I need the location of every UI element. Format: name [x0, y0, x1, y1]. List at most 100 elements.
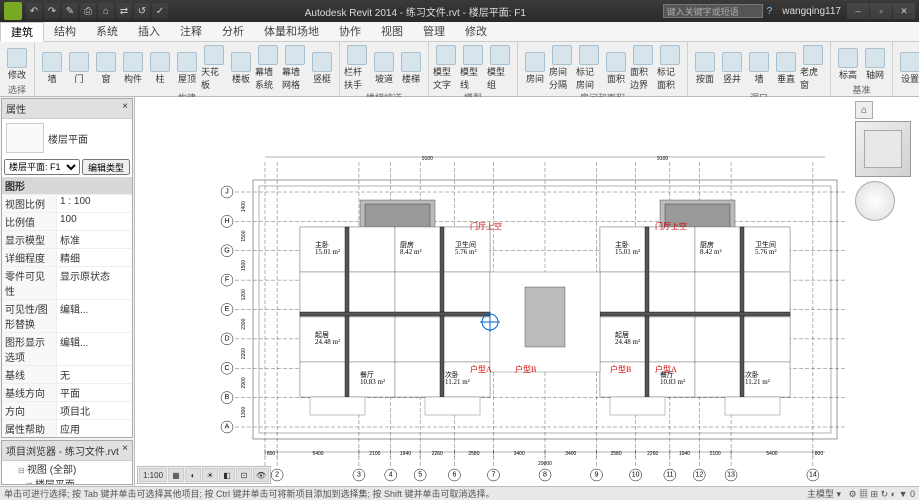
ribbon-button[interactable]: 标高 [835, 44, 861, 84]
svg-text:9: 9 [595, 472, 599, 479]
ribbon-button[interactable]: 墙 [746, 44, 772, 92]
svg-text:10: 10 [632, 472, 640, 479]
qat-button[interactable]: ✓ [152, 3, 168, 19]
help-icon[interactable]: ? [767, 6, 773, 17]
ribbon-button[interactable]: 墙 [39, 44, 65, 92]
ribbon-panel: 栏杆扶手坡道楼梯楼梯坡道 [340, 42, 429, 96]
tab-管理[interactable]: 管理 [413, 22, 455, 41]
svg-text:10.83 m²: 10.83 m² [660, 378, 685, 386]
tab-建筑[interactable]: 建筑 [0, 22, 44, 42]
ribbon-button[interactable]: 门 [66, 44, 92, 92]
ribbon-button[interactable]: 楼梯 [398, 44, 424, 92]
ribbon-button[interactable]: 设置 [897, 44, 919, 92]
ribbon-button[interactable]: 模型组 [487, 44, 513, 92]
ribbon-button[interactable]: 构件 [120, 44, 146, 92]
search-box[interactable]: 键入关键字或短语 [663, 4, 763, 18]
ribbon-button[interactable]: 天花板 [201, 44, 227, 92]
view-cube[interactable] [855, 121, 911, 177]
maximize-button[interactable]: ▫ [870, 3, 892, 19]
qat-button[interactable]: ⇄ [116, 3, 132, 19]
ribbon-button[interactable]: 面积边界 [630, 44, 656, 92]
qat-button[interactable]: ↶ [26, 3, 42, 19]
svg-text:F: F [225, 277, 229, 284]
ribbon-button[interactable]: 轴网 [862, 44, 888, 84]
home-icon[interactable]: ⌂ [855, 101, 873, 119]
qat-button[interactable]: ↷ [44, 3, 60, 19]
close-icon[interactable]: × [122, 443, 128, 458]
ribbon-button[interactable]: 房间分隔 [549, 44, 575, 92]
property-row[interactable]: 图形显示选项编辑... [2, 332, 132, 365]
tab-结构[interactable]: 结构 [44, 22, 86, 41]
tab-注释[interactable]: 注释 [170, 22, 212, 41]
tree-root[interactable]: 视图 (全部) [4, 463, 130, 478]
tab-协作[interactable]: 协作 [329, 22, 371, 41]
tab-插入[interactable]: 插入 [128, 22, 170, 41]
ribbon-button[interactable]: 标记房间 [576, 44, 602, 92]
tab-视图[interactable]: 视图 [371, 22, 413, 41]
nav-wheel-icon[interactable] [855, 181, 895, 221]
crop-icon[interactable]: ⊡ [236, 468, 252, 482]
user-name[interactable]: wangqing117 [782, 6, 841, 17]
svg-text:1400: 1400 [241, 201, 247, 212]
property-row[interactable]: 方向项目北 [2, 401, 132, 419]
svg-text:户型A: 户型A [655, 364, 677, 374]
tab-修改[interactable]: 修改 [455, 22, 497, 41]
minimize-button[interactable]: – [847, 3, 869, 19]
qat-button[interactable]: ⌂ [98, 3, 114, 19]
ribbon-button[interactable]: 修改 [4, 44, 30, 84]
property-row[interactable]: 属性帮助应用 [2, 419, 132, 437]
tab-体量和场地[interactable]: 体量和场地 [254, 22, 329, 41]
visual-style-icon[interactable]: ◐ [185, 468, 201, 482]
property-row[interactable]: 可见性/图形替换编辑... [2, 299, 132, 332]
svg-text:3: 3 [357, 472, 361, 479]
svg-text:C: C [224, 365, 229, 372]
property-row[interactable]: 基线方向平面 [2, 383, 132, 401]
model-label[interactable]: 主模型 [807, 489, 834, 499]
property-row[interactable]: 视图比例1 : 100 [2, 194, 132, 212]
property-row[interactable]: 零件可见性显示原状态 [2, 266, 132, 299]
ribbon-button[interactable]: 按面 [692, 44, 718, 92]
ribbon-button[interactable]: 垂直 [773, 44, 799, 92]
ribbon-button[interactable]: 屋顶 [174, 44, 200, 92]
svg-text:户型B: 户型B [515, 364, 536, 374]
ribbon-button[interactable]: 面积 [603, 44, 629, 92]
type-selector[interactable]: 楼层平面: F1 [4, 159, 80, 175]
property-row[interactable]: 比例值100 [2, 212, 132, 230]
ribbon-button[interactable]: 窗 [93, 44, 119, 92]
tab-系统[interactable]: 系统 [86, 22, 128, 41]
ribbon-button[interactable]: 房间 [522, 44, 548, 92]
ribbon-button[interactable]: 栏杆扶手 [344, 44, 370, 92]
close-icon[interactable]: × [122, 101, 128, 116]
ribbon-button[interactable]: 竖井 [719, 44, 745, 92]
ribbon-button[interactable]: 幕墙网格 [282, 44, 308, 92]
close-button[interactable]: ✕ [893, 3, 915, 19]
ribbon-button[interactable]: 幕墙系统 [255, 44, 281, 92]
tree-group[interactable]: 楼层平面 [4, 478, 130, 485]
sun-icon[interactable]: ☀ [202, 468, 218, 482]
qat-button[interactable]: ✎ [62, 3, 78, 19]
svg-text:门厅上空: 门厅上空 [470, 221, 502, 231]
ribbon-button[interactable]: 竖梃 [309, 44, 335, 92]
property-row[interactable]: 详细程度精细 [2, 248, 132, 266]
ribbon-button[interactable]: 老虎窗 [800, 44, 826, 92]
qat-button[interactable]: ⎙ [80, 3, 96, 19]
tab-分析[interactable]: 分析 [212, 22, 254, 41]
ribbon-button[interactable]: 模型文字 [433, 44, 459, 92]
ribbon-button[interactable]: 模型线 [460, 44, 486, 92]
qat-button[interactable]: ↺ [134, 3, 150, 19]
ribbon-button[interactable]: 柱 [147, 44, 173, 92]
ribbon-button[interactable]: 坡道 [371, 44, 397, 92]
drawing-canvas[interactable]: 1800254003210041940522606258073400834009… [135, 97, 919, 486]
svg-text:户型B: 户型B [610, 364, 631, 374]
ribbon-button[interactable]: 楼板 [228, 44, 254, 92]
shadow-icon[interactable]: ◧ [219, 468, 235, 482]
type-name[interactable]: 楼层平面 [48, 131, 88, 146]
property-row[interactable]: 显示模型标准 [2, 230, 132, 248]
hide-icon[interactable]: 👁 [253, 468, 269, 482]
property-row[interactable]: 基线无 [2, 365, 132, 383]
edit-type-button[interactable]: 编辑类型 [82, 159, 130, 175]
scale-button[interactable]: 1:100 [139, 468, 167, 482]
ribbon-button[interactable]: 标记面积 [657, 44, 683, 92]
app-menu-icon[interactable] [4, 2, 22, 20]
detail-icon[interactable]: ▦ [168, 468, 184, 482]
